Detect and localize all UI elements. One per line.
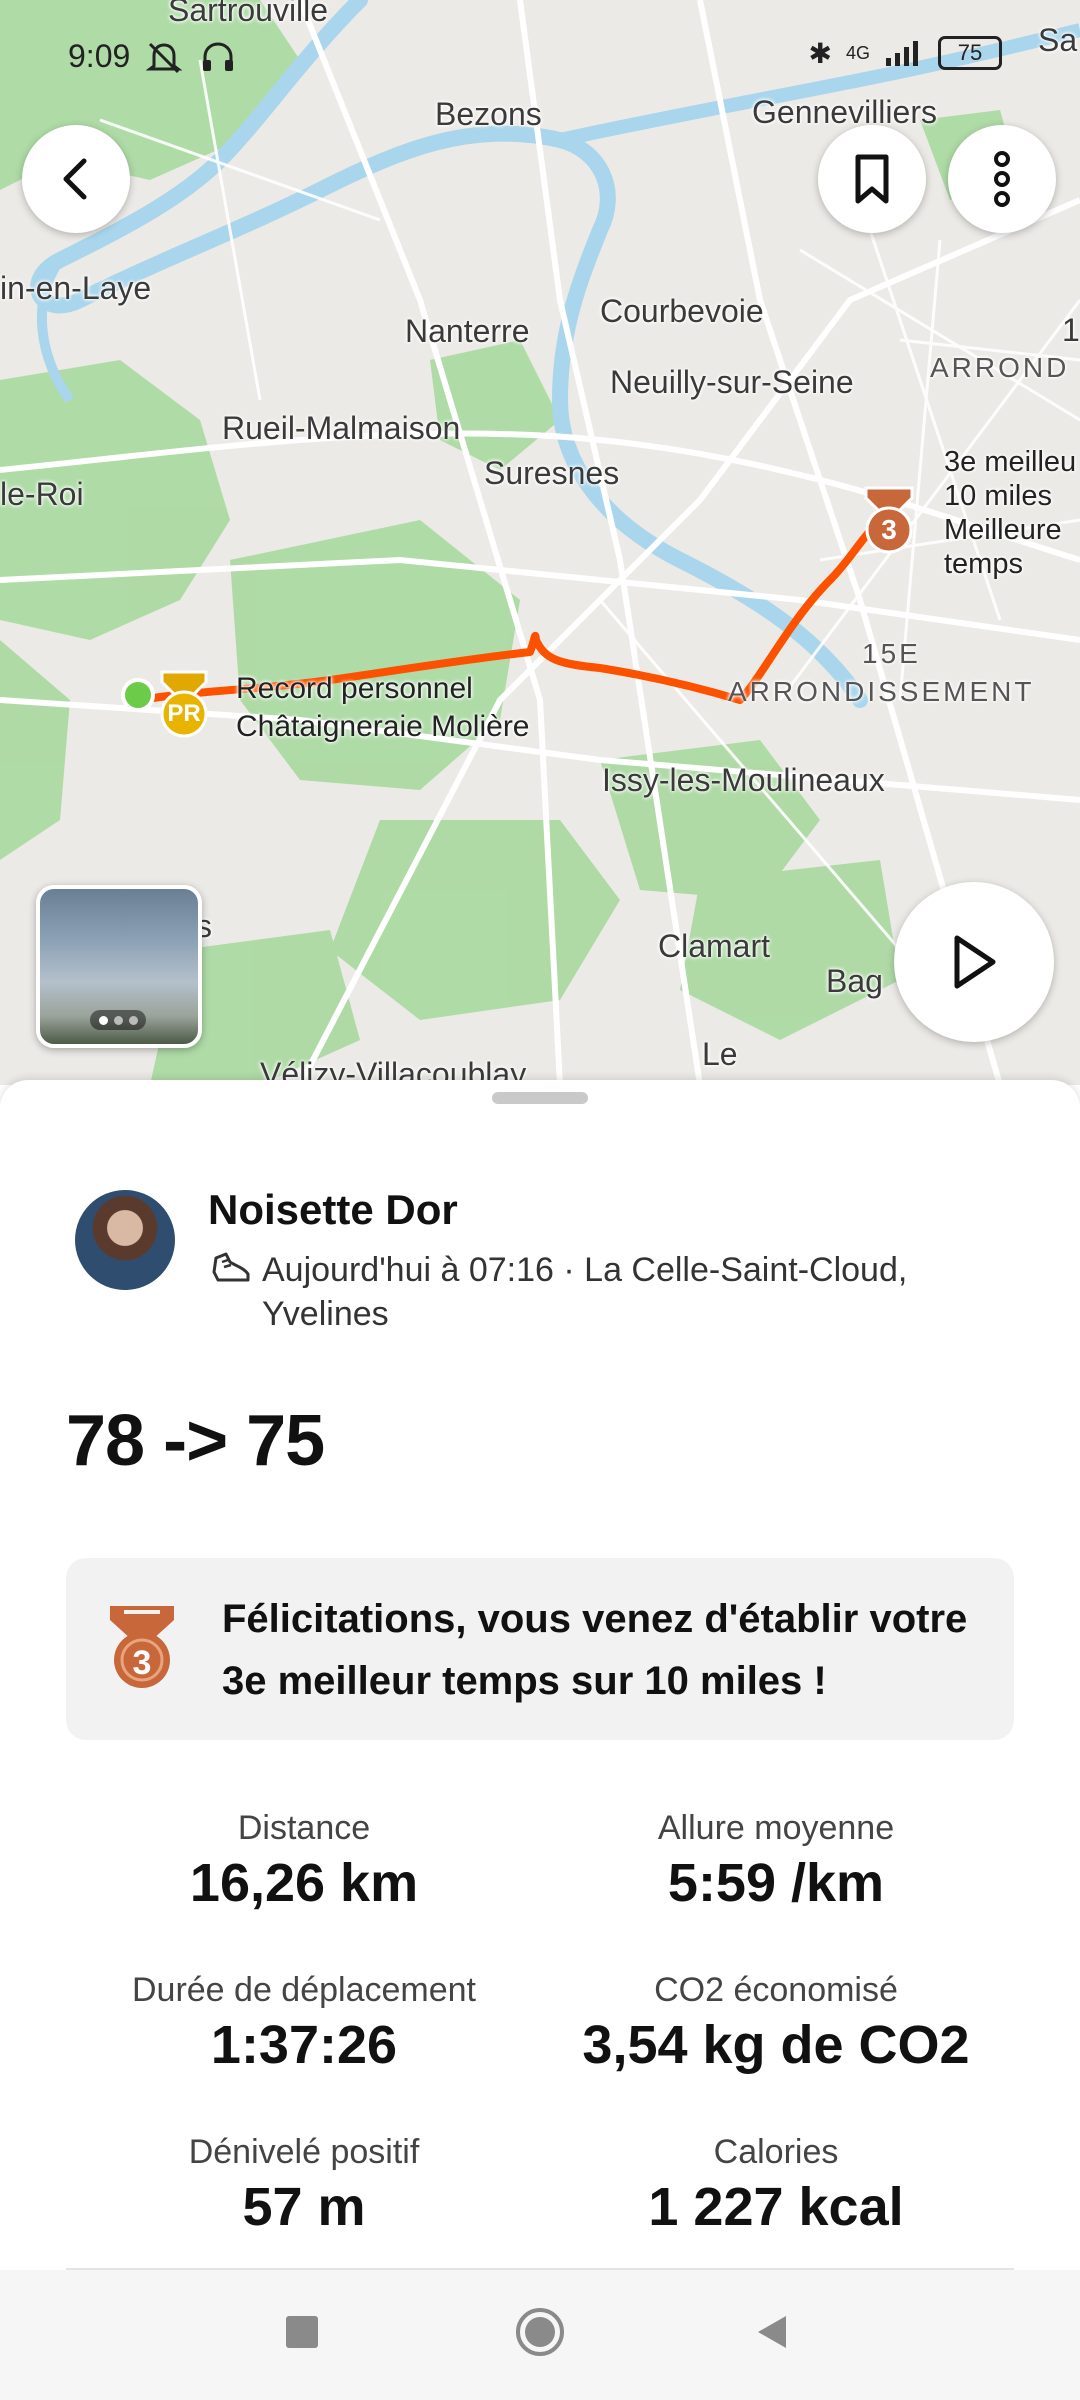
map-label-arrondissement-top: ARROND [930, 352, 1070, 383]
pr-label: Record personnel Châtaigneraie Molière [236, 670, 530, 746]
triangle-back-icon [758, 2316, 786, 2348]
activity-photo-thumbnail[interactable] [36, 885, 202, 1048]
signal-icon [886, 41, 918, 66]
pr-badge-text: PR [167, 700, 201, 727]
stat-distance-label: Distance [237, 1809, 371, 1847]
map-label-courbevoie: Courbevoie [600, 293, 764, 329]
best-label-line2: 10 miles [944, 480, 1052, 512]
status-time: 9:09 [68, 38, 131, 74]
map-label-gennevilliers: Gennevilliers [752, 94, 937, 130]
stat-co2-label: CO2 économisé [654, 1971, 898, 2009]
best-label-line1: 3e meilleu [944, 446, 1077, 478]
stat-moving-time: Durée de déplacement 1:37:26 [64, 1968, 544, 2078]
play-icon [954, 935, 996, 989]
map-label-sa: Sa [1038, 22, 1078, 58]
map-label-issy: Issy-les-Moulineaux [602, 762, 885, 798]
battery-level: 75 [938, 36, 1002, 70]
map-label-bezons: Bezons [435, 96, 542, 132]
stat-elevation-label: Dénivelé positif [188, 2133, 420, 2171]
pr-label-line1: Record personnel [236, 672, 473, 705]
stat-elevation: Dénivelé positif 57 m [64, 2130, 544, 2240]
map-label-clamart: Clamart [658, 928, 771, 964]
status-icons: ✱ 4G 75 [809, 36, 1002, 70]
best-label-line4: temps [944, 548, 1023, 580]
sheet-drag-handle[interactable] [492, 1092, 588, 1104]
back-button[interactable] [22, 125, 130, 233]
status-headphones-icon [200, 40, 236, 79]
best-label-line3: Meilleure [944, 514, 1062, 546]
stat-calories-label: Calories [713, 2133, 839, 2171]
bookmark-button[interactable] [818, 125, 926, 233]
nav-home-button[interactable] [514, 2306, 566, 2363]
stat-elevation-value: 57 m [242, 2177, 366, 2237]
more-options-button[interactable] [948, 125, 1056, 233]
map-label-laye: in-en-Laye [0, 270, 152, 306]
route-map[interactable]: Sartrouville Bezons Gennevilliers Sa in-… [0, 0, 1080, 1085]
map-label-le-roi: le-Roi [0, 476, 84, 512]
stat-co2-value: 3,54 kg de CO2 [582, 2015, 970, 2075]
map-label-le: Le [702, 1036, 738, 1072]
stat-calories-value: 1 227 kcal [648, 2177, 904, 2237]
activity-title: 78 -> 75 [66, 1401, 325, 1481]
play-flyover-button[interactable] [894, 882, 1054, 1042]
map-label-rueil: Rueil-Malmaison [222, 410, 461, 446]
nav-back-button[interactable] [752, 2312, 792, 2357]
activity-date-location: Aujourd'hui à 07:16 · La Celle-Saint-Clo… [262, 1251, 908, 1333]
run-shoe-icon [210, 1248, 254, 1299]
best-effort-label: 3e meilleu 10 miles Meilleure temps [944, 445, 1076, 581]
activity-sheet[interactable]: Noisette Dor Aujourd'hui à 07:16 · La Ce… [0, 1080, 1080, 2270]
achievement-banner[interactable]: 3 Félicitations, vous venez d'établir vo… [66, 1558, 1014, 1740]
network-type: 4G [845, 42, 870, 63]
best-effort-marker[interactable]: 3 [856, 484, 922, 556]
map-label-15e: 15E [862, 638, 921, 669]
bronze-medal-icon: 3 [100, 1600, 184, 1697]
more-vertical-icon [994, 151, 1010, 207]
square-icon [286, 2316, 318, 2348]
status-muted-icon [145, 40, 183, 79]
athlete-name[interactable]: Noisette Dor [208, 1186, 458, 1234]
map-label-arrondissement: ARRONDISSEMENT [728, 676, 1035, 707]
map-label-bag: Bag [826, 963, 883, 999]
stat-moving-time-label: Durée de déplacement [131, 1971, 476, 2009]
nav-recents-button[interactable] [282, 2312, 322, 2357]
map-label-nanterre: Nanterre [405, 313, 530, 349]
achievement-text: Félicitations, vous venez d'établir votr… [222, 1597, 968, 1703]
circle-icon [516, 2308, 564, 2356]
map-label-suresnes: Suresnes [484, 455, 620, 491]
stat-pace-label: Allure moyenne [657, 1809, 895, 1847]
pr-marker[interactable]: PR [150, 668, 218, 740]
stat-moving-time-value: 1:37:26 [210, 2015, 398, 2075]
pr-label-line2: Châtaigneraie Molière [236, 710, 530, 743]
stat-pace: Allure moyenne 5:59 /km [536, 1806, 1016, 1916]
back-arrow-icon [63, 158, 87, 200]
map-label-one: 1 [1062, 312, 1080, 348]
stat-calories: Calories 1 227 kcal [536, 2130, 1016, 2240]
stat-co2: CO2 économisé 3,54 kg de CO2 [536, 1968, 1016, 2078]
photo-pager-dots [90, 1010, 146, 1030]
stat-pace-value: 5:59 /km [667, 1853, 885, 1913]
map-label-sartrouville: Sartrouville [168, 0, 329, 28]
system-nav-bar [0, 2270, 1080, 2400]
stat-distance-value: 16,26 km [189, 1853, 419, 1913]
bookmark-icon [855, 154, 889, 204]
medal-rank-text: 3 [881, 514, 897, 545]
athlete-avatar[interactable] [75, 1190, 175, 1290]
stat-distance: Distance 16,26 km [64, 1806, 544, 1916]
map-label-neuilly: Neuilly-sur-Seine [610, 364, 854, 400]
achievement-rank: 3 [132, 1644, 152, 1682]
activity-meta: Aujourd'hui à 07:16 · La Celle-Saint-Clo… [210, 1248, 1010, 1333]
bluetooth-icon: ✱ [808, 37, 832, 69]
